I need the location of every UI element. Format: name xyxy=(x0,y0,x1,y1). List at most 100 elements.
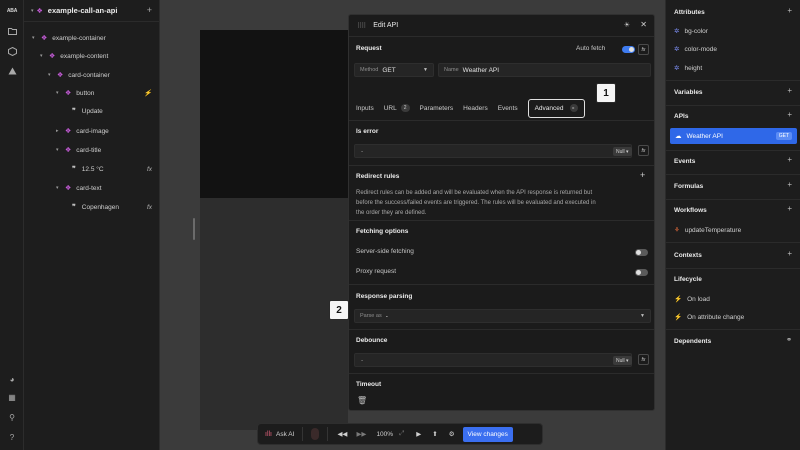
divider xyxy=(302,427,304,441)
divider xyxy=(327,427,329,441)
add-api-icon[interactable]: + xyxy=(787,110,792,119)
tab-events[interactable]: Events xyxy=(498,100,518,116)
text-icon: ❞ xyxy=(72,204,76,211)
resize-handle[interactable] xyxy=(193,218,195,240)
proxy-request-toggle[interactable] xyxy=(635,269,648,276)
warning-icon[interactable] xyxy=(4,64,20,78)
folder-icon[interactable] xyxy=(4,24,20,38)
lifecycle-item[interactable]: ⚡ On load xyxy=(674,295,710,304)
attribute-item[interactable]: ✲ bg-color xyxy=(674,27,708,36)
trash-icon[interactable]: 🗑 xyxy=(357,396,367,405)
attribute-item[interactable]: ✲ height xyxy=(674,64,702,73)
drag-handle-icon[interactable]: ⠿⠿ xyxy=(357,22,366,30)
tree-item[interactable]: ▾ ❖ example-content xyxy=(24,49,160,63)
tree-item[interactable]: ▾ ❖ card-container xyxy=(24,68,160,82)
formula-icon[interactable]: fx xyxy=(147,204,152,211)
fx-icon[interactable]: fx xyxy=(638,145,649,156)
tab-headers[interactable]: Headers xyxy=(463,100,488,116)
ask-ai-button[interactable]: ıllı Ask AI xyxy=(265,431,294,438)
tab-url[interactable]: URL 2 xyxy=(384,100,410,116)
redirect-rules-title: Redirect rules xyxy=(356,173,400,180)
chevron-icon[interactable]: ▾ xyxy=(48,72,54,78)
attribute-item[interactable]: ✲ color-mode xyxy=(674,45,717,54)
parse-as-select[interactable]: Parse as - ▼ xyxy=(354,309,651,323)
workflow-item[interactable]: ⚘ updateTemperature xyxy=(674,226,741,235)
contexts-title: Contexts xyxy=(674,252,702,259)
add-formula-icon[interactable]: + xyxy=(787,180,792,189)
events-title: Events xyxy=(674,158,696,165)
add-variable-icon[interactable]: + xyxy=(787,86,792,95)
tab-inputs[interactable]: Inputs xyxy=(356,100,374,116)
component-icon: ❖ xyxy=(57,72,64,79)
modal-title: Edit API xyxy=(373,22,399,29)
api-method-badge: GET xyxy=(775,132,792,140)
response-parsing-title: Response parsing xyxy=(356,293,413,300)
upload-icon[interactable]: ⬆ xyxy=(432,430,437,438)
variables-title: Variables xyxy=(674,89,703,96)
tree-item[interactable]: ❞ Update xyxy=(24,104,160,118)
preview-lower[interactable] xyxy=(200,198,348,430)
tree-item[interactable]: ▾ ❖ example-container xyxy=(24,31,160,45)
chevron-icon[interactable]: ▸ xyxy=(56,128,62,134)
forward-icon[interactable]: ▶▶ xyxy=(356,430,366,438)
divider xyxy=(666,329,800,330)
record-indicator[interactable] xyxy=(311,428,320,440)
null-badge[interactable]: Null ▾ xyxy=(613,147,632,156)
chevron-icon[interactable]: ▾ xyxy=(32,35,38,41)
add-context-icon[interactable]: + xyxy=(787,249,792,258)
chevron-icon[interactable]: ▾ xyxy=(56,90,62,96)
tree-item[interactable]: ❞ 12.5 °C fx xyxy=(24,162,160,176)
link-icon[interactable]: ⚭ xyxy=(786,336,792,344)
is-error-input[interactable]: - xyxy=(354,144,632,158)
method-select[interactable]: Method GET ▼ xyxy=(354,63,434,77)
add-element-icon[interactable]: + xyxy=(147,5,152,15)
grid-icon[interactable]: ▦ xyxy=(4,390,20,404)
lightbulb-icon[interactable]: ⚲ xyxy=(4,410,20,424)
auto-fetch-toggle[interactable] xyxy=(622,46,635,53)
debounce-input[interactable]: - xyxy=(354,353,632,367)
chevron-icon[interactable]: ▾ xyxy=(56,147,62,153)
fx-icon[interactable]: fx xyxy=(638,44,649,55)
debounce-value: - xyxy=(361,356,364,364)
tab-parameters[interactable]: Parameters xyxy=(420,100,454,116)
api-item-weather[interactable]: ☁ Weather API GET xyxy=(670,128,797,144)
preview-frame[interactable] xyxy=(200,30,348,198)
add-attribute-icon[interactable]: + xyxy=(787,6,792,15)
view-changes-button[interactable]: View changes xyxy=(462,426,513,442)
tree-item[interactable]: ▾ ❖ button ⚡ xyxy=(24,86,160,100)
add-event-icon[interactable]: + xyxy=(787,155,792,164)
tree-item[interactable]: ▸ ❖ card-image xyxy=(24,124,160,138)
null-badge[interactable]: Null ▾ xyxy=(613,356,632,365)
chevron-down-icon[interactable]: ▾ xyxy=(31,8,34,14)
rewind-icon[interactable]: ◀◀ xyxy=(337,430,347,438)
name-input[interactable]: Name Weather API xyxy=(438,63,651,77)
add-redirect-icon[interactable]: + xyxy=(640,170,645,180)
palette-icon[interactable]: ◕ xyxy=(4,372,20,386)
fx-icon[interactable]: fx xyxy=(638,354,649,365)
settings-icon[interactable]: ⚙ xyxy=(449,430,455,438)
tree-item[interactable]: ❞ Copenhagen fx xyxy=(24,200,160,214)
formula-icon[interactable]: fx xyxy=(147,166,152,173)
modal-header: ⠿⠿ Edit API ☀ ✕ xyxy=(349,15,654,37)
play-icon[interactable]: ▶ xyxy=(416,430,421,438)
help-icon[interactable]: ? xyxy=(4,430,20,444)
tree-item[interactable]: ▾ ❖ card-title xyxy=(24,143,160,157)
chevron-icon[interactable]: ▾ xyxy=(56,185,62,191)
lifecycle-item[interactable]: ⚡ On attribute change xyxy=(674,313,744,322)
add-workflow-icon[interactable]: + xyxy=(787,204,792,213)
lifecycle-label: On load xyxy=(687,295,710,303)
server-side-toggle[interactable] xyxy=(635,249,648,256)
zoom-level[interactable]: 100% xyxy=(376,431,393,438)
attribute-label: color-mode xyxy=(684,45,717,53)
package-icon[interactable] xyxy=(4,44,20,58)
name-value: Weather API xyxy=(462,66,500,74)
lightning-icon[interactable]: ⚡ xyxy=(144,89,152,97)
divider xyxy=(666,174,800,175)
tree-item-label: card-container xyxy=(68,71,110,79)
bug-icon[interactable]: ☀ xyxy=(624,21,630,29)
tab-advanced[interactable]: Advanced ▸ xyxy=(527,98,585,118)
tree-item[interactable]: ▾ ❖ card-text xyxy=(24,181,160,195)
close-icon[interactable]: ✕ xyxy=(640,20,647,29)
chevron-icon[interactable]: ▾ xyxy=(40,53,46,59)
expand-icon[interactable]: ⤢ xyxy=(399,430,404,438)
